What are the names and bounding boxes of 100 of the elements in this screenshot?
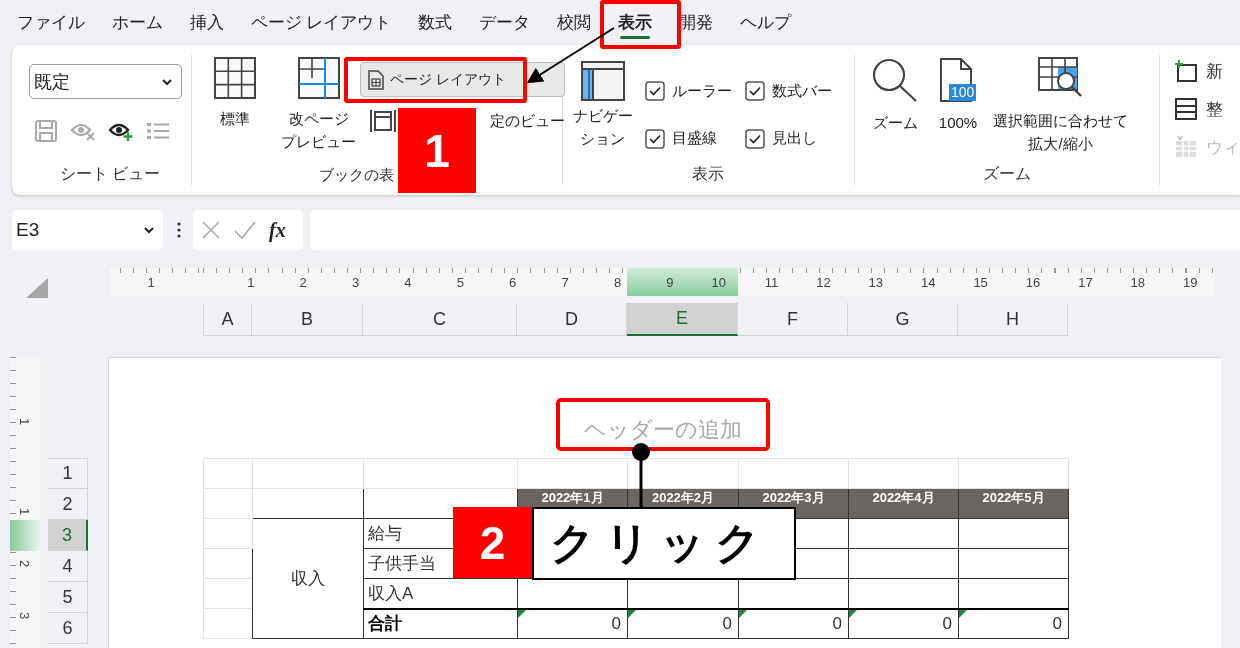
zoom-level-badge: 100: [949, 84, 977, 101]
zoom-button[interactable]: ズーム: [871, 55, 920, 155]
checkbox-option[interactable]: 数式バー: [744, 80, 845, 103]
more-options-icon[interactable]: [177, 222, 181, 238]
page-layout-button[interactable]: ページ レイアウト: [359, 62, 565, 97]
check-icon[interactable]: [233, 220, 257, 240]
row-header[interactable]: 1: [48, 458, 88, 489]
ribbon-tab[interactable]: ホーム: [98, 0, 176, 45]
checkbox[interactable]: [744, 128, 765, 149]
checkbox-option[interactable]: 目盛線: [644, 127, 745, 150]
table-cell: 合計: [363, 608, 518, 639]
ruler-number: 14: [921, 274, 937, 290]
table-cell: 0: [942, 613, 952, 633]
error-indicator[interactable]: [518, 609, 526, 618]
ruler-number: 11: [764, 274, 780, 290]
ruler-number: 7: [561, 274, 570, 290]
column-header[interactable]: A: [203, 303, 252, 336]
column-header[interactable]: H: [958, 303, 1068, 336]
ruler-number: 2: [17, 559, 33, 568]
step-number: 1: [398, 108, 476, 193]
window-plus-icon: [1174, 59, 1198, 83]
column-header[interactable]: G: [848, 303, 958, 336]
window-frame-icon: [369, 109, 396, 133]
name-box[interactable]: E3: [12, 210, 163, 250]
page-grid-icon: [367, 69, 384, 90]
window-command[interactable]: 整: [1174, 97, 1240, 121]
row-header[interactable]: 3: [48, 520, 88, 551]
ruler-number: 10: [711, 274, 727, 290]
ruler-number: 4: [404, 274, 413, 290]
ruler-number: 17: [1078, 274, 1094, 290]
checkbox[interactable]: [644, 81, 665, 102]
ribbon-tab[interactable]: データ: [465, 0, 544, 45]
ruler-number: 12: [816, 274, 832, 290]
row-header[interactable]: 4: [48, 551, 88, 582]
sheet-view-dropdown[interactable]: 既定: [29, 64, 182, 99]
ruler-number: 13: [868, 274, 885, 290]
column-header[interactable]: C: [363, 303, 517, 336]
group-label: シート ビュー: [59, 164, 161, 184]
navigation-pane-icon: [580, 61, 625, 101]
row-header[interactable]: 5: [48, 582, 88, 613]
ribbon-tab[interactable]: ページ レイアウト: [237, 0, 405, 45]
checkbox-option[interactable]: ルーラー: [644, 80, 745, 103]
ribbon-tab[interactable]: 校閲: [543, 0, 605, 45]
checkbox[interactable]: [644, 128, 665, 149]
ruler-number: 3: [17, 611, 33, 620]
chevron-icon: [161, 77, 173, 86]
month-header: 2022年4月: [848, 488, 959, 519]
zoom-button[interactable]: 100 100%: [935, 55, 982, 155]
insert-function-button[interactable]: fx: [269, 218, 286, 242]
ruler-highlight: [10, 520, 40, 551]
column-header[interactable]: B: [252, 303, 363, 336]
table-cell: 0: [832, 613, 842, 633]
ruler-number: 6: [509, 274, 518, 290]
group-label: 表示: [692, 164, 725, 184]
row-header[interactable]: 6: [48, 613, 88, 644]
ruler-number: 3: [351, 274, 361, 290]
ribbon-tab[interactable]: ヘルプ: [726, 0, 805, 45]
navigation-button[interactable]: ナビゲー ション: [574, 55, 631, 150]
window-command[interactable]: 新: [1174, 59, 1240, 83]
column-header[interactable]: F: [738, 303, 848, 336]
ruler-number: 1: [147, 274, 156, 290]
ruler-number: 1: [17, 417, 33, 426]
frozen-grid-icon: [1174, 135, 1198, 159]
column-header[interactable]: E: [627, 303, 738, 336]
checkbox[interactable]: [744, 81, 765, 102]
checkbox-option[interactable]: 見出し: [744, 127, 845, 150]
ruler-number: 18: [1130, 274, 1147, 290]
ribbon-tab[interactable]: 表示: [604, 0, 666, 45]
ruler-number: 1: [17, 507, 33, 516]
error-indicator[interactable]: [959, 609, 967, 618]
error-indicator[interactable]: [739, 609, 747, 618]
ruler-number: 1: [247, 274, 256, 290]
ruler-number: 8: [613, 274, 623, 290]
ribbon-tab[interactable]: ファイル: [3, 0, 98, 45]
view-button[interactable]: 標準: [213, 55, 256, 153]
group-label: ズーム: [983, 164, 1031, 184]
ruler-number: 2: [299, 274, 308, 290]
table-cell: 0: [722, 613, 732, 633]
chevron-icon: [143, 226, 155, 234]
ruler-number: 9: [666, 274, 675, 290]
page-break-icon: [297, 57, 340, 99]
ruler-number: 15: [973, 274, 989, 290]
callout-label: クリック: [532, 507, 796, 580]
zoom-button[interactable]: 選択範囲に合わせて 拡大/縮小: [993, 55, 1129, 155]
table-cell: 0: [611, 613, 621, 633]
error-indicator[interactable]: [628, 609, 636, 618]
error-indicator[interactable]: [849, 609, 857, 618]
stacked-windows-icon: [1174, 97, 1198, 121]
step-number: 2: [453, 507, 532, 578]
view-button[interactable]: 改ページ プレビュー: [283, 55, 354, 153]
ruler-number: 19: [1182, 274, 1199, 290]
ruler-number: 16: [1025, 274, 1042, 290]
table-cell: 収入: [252, 518, 364, 639]
group-label: ブックの表: [318, 166, 394, 185]
month-header: 2022年5月: [958, 488, 1069, 519]
ribbon-tab[interactable]: 数式: [404, 0, 466, 45]
ruler-number: 5: [456, 274, 465, 290]
table-cell: 0: [1052, 613, 1062, 633]
grid-icon: [213, 57, 256, 99]
ribbon-tab[interactable]: 挿入: [176, 0, 237, 45]
